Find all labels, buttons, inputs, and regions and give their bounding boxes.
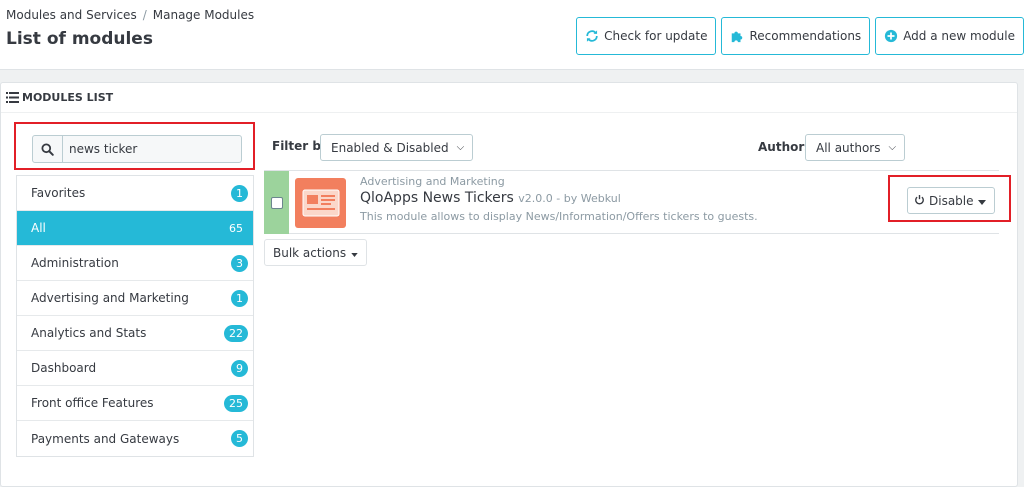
category-analytics-stats[interactable]: Analytics and Stats 22 [17,316,253,351]
status-filter-select[interactable]: Enabled & Disabled ⌵ [320,134,474,161]
category-count-badge: 22 [224,324,248,342]
authors-filter-value: All authors [816,140,881,155]
plus-circle-icon [884,29,898,43]
category-front-office-features[interactable]: Front office Features 25 [17,386,253,421]
search-highlight-box [14,122,255,170]
module-category: Advertising and Marketing [360,175,505,188]
toolbar: Check for update Recommendations Add a n… [576,17,1024,55]
bulk-actions-label: Bulk actions [273,245,347,260]
panel-heading: MODULES LIST [1,83,1017,113]
recommendations-button[interactable]: Recommendations [721,17,871,55]
category-count-badge: 9 [231,359,248,377]
refresh-icon [585,29,599,43]
breadcrumb-item-modules-services[interactable]: Modules and Services [6,8,137,22]
bulk-actions-button[interactable]: Bulk actions [264,239,368,266]
add-module-label: Add a new module [903,29,1015,43]
category-all[interactable]: All 65 [17,211,253,246]
category-label: All [31,221,46,235]
module-title: QloApps News Tickers [360,190,514,206]
category-label: Advertising and Marketing [31,291,189,305]
chevron-down-icon: ⌵ [456,142,465,153]
module-version: v2.0.0 - by Webkul [518,192,621,205]
caret-down-icon[interactable] [978,194,986,208]
power-icon [914,194,925,208]
module-row: Advertising and Marketing QloApps News T… [264,170,1011,234]
module-logo [295,178,346,228]
module-name: QloApps News Tickers v2.0.0 - by Webkul [360,190,621,206]
page-header: Modules and Services / Manage Modules List… [0,0,1024,70]
category-count-badge: 3 [231,254,248,272]
breadcrumb-item-manage-modules: Manage Modules [152,8,255,22]
modules-panel: MODULES LIST Favorites 1 All 65 Administ… [0,82,1018,487]
category-count-badge: 5 [231,430,248,447]
category-label: Favorites [31,186,86,200]
category-label: Administration [31,256,119,270]
category-payments-gateways[interactable]: Payments and Gateways 5 [17,421,253,456]
module-select-checkbox[interactable] [270,196,283,209]
caret-down-icon [351,246,358,260]
check-update-label: Check for update [604,29,708,43]
module-status-enabled [264,171,289,234]
category-label: Payments and Gateways [31,431,180,446]
check-update-button[interactable]: Check for update [576,17,717,55]
news-ticker-icon [302,189,339,217]
puzzle-icon [730,29,744,43]
status-filter-value: Enabled & Disabled [331,140,449,155]
list-icon [6,92,19,103]
category-label: Dashboard [31,361,97,375]
breadcrumb-separator: / [142,8,147,22]
category-favorites[interactable]: Favorites 1 [17,176,253,211]
search-icon[interactable] [33,136,63,162]
disable-module-button[interactable]: Disable [907,187,995,214]
action-highlight-box: Disable [888,175,1011,222]
authors-label: Authors [758,140,812,154]
chevron-down-icon: ⌵ [888,142,897,153]
module-description: This module allows to display News/Infor… [360,210,758,223]
category-list: Favorites 1 All 65 Administration 3 Adve… [16,175,254,457]
page-title: List of modules [6,29,153,49]
disable-label: Disable [929,193,974,208]
category-count-badge: 25 [224,394,248,412]
panel-heading-label: MODULES LIST [22,91,114,104]
search-field [32,135,242,163]
category-dashboard[interactable]: Dashboard 9 [17,351,253,386]
search-input[interactable] [63,136,239,162]
category-label: Front office Features [31,396,154,410]
category-advertising-marketing[interactable]: Advertising and Marketing 1 [17,281,253,316]
breadcrumb: Modules and Services / Manage Modules [6,8,254,22]
category-label: Analytics and Stats [31,326,147,340]
category-count-badge: 1 [231,184,248,202]
category-count-badge: 65 [229,221,243,235]
authors-filter-select[interactable]: All authors ⌵ [805,134,906,161]
category-count-badge: 1 [231,289,248,307]
category-administration[interactable]: Administration 3 [17,246,253,281]
recommendations-label: Recommendations [749,29,862,43]
add-module-button[interactable]: Add a new module [875,17,1024,55]
